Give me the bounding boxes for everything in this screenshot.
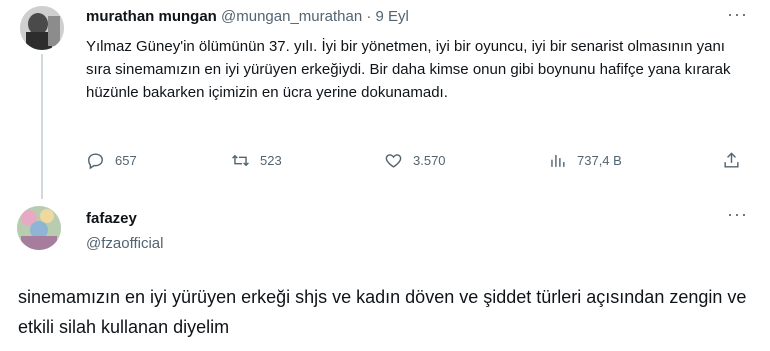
tweet-text: Yılmaz Güney'in ölümünün 37. yılı. İyi b… — [86, 38, 731, 101]
views-button[interactable]: 737,4 B — [548, 151, 622, 170]
reply-text: sinemamızın en iyi yürüyen erkeği shjs v… — [18, 287, 747, 337]
share-button[interactable] — [722, 151, 741, 170]
reply-button[interactable]: 657 — [86, 151, 137, 170]
reply-author-name[interactable]: fafazey — [86, 210, 137, 227]
views-icon — [551, 154, 565, 167]
tweet-date[interactable]: 9 Eyl — [376, 8, 409, 25]
avatar[interactable] — [17, 206, 61, 250]
like-count: 3.570 — [413, 153, 446, 168]
views-count: 737,4 B — [577, 153, 622, 168]
reply-author-handle[interactable]: @fzaofficial — [86, 235, 163, 252]
reply-count: 657 — [115, 153, 137, 168]
like-button[interactable]: 3.570 — [384, 151, 446, 170]
tweet-header: murathan mungan @mungan_murathan · 9 Eyl — [86, 8, 409, 25]
reply-icon — [88, 153, 103, 170]
more-options-icon[interactable]: ··· — [727, 204, 748, 225]
repost-count: 523 — [260, 153, 282, 168]
more-options-icon[interactable]: ··· — [727, 4, 748, 25]
author-handle[interactable]: @mungan_murathan — [221, 8, 362, 25]
repost-button[interactable]: 523 — [231, 151, 282, 170]
thread-line — [41, 54, 43, 199]
tweet-actions: 657 523 3.570 737,4 B — [0, 151, 770, 175]
heart-icon — [385, 154, 402, 168]
author-name[interactable]: murathan mungan — [86, 8, 217, 25]
avatar[interactable] — [20, 6, 64, 50]
repost-icon — [232, 154, 249, 167]
share-icon — [724, 152, 739, 168]
separator: · — [366, 8, 372, 25]
